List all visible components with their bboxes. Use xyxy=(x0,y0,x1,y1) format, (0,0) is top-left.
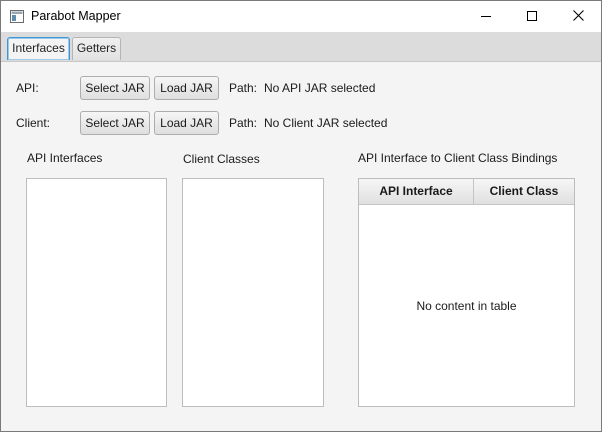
table-header: API Interface Client Class xyxy=(359,179,574,205)
client-path-label: Path: xyxy=(229,116,258,130)
api-interfaces-title: API Interfaces xyxy=(27,151,103,165)
minimize-icon xyxy=(481,10,491,24)
tab-bar: Interfaces Getters xyxy=(1,32,601,62)
maximize-icon xyxy=(527,10,537,24)
client-load-jar-button[interactable]: Load JAR xyxy=(154,111,219,135)
app-window-icon xyxy=(10,10,24,23)
api-interfaces-list[interactable] xyxy=(26,178,167,407)
tab-getters[interactable]: Getters xyxy=(72,37,121,60)
column-header-client-class[interactable]: Client Class xyxy=(474,179,574,204)
api-label: API: xyxy=(16,81,39,95)
client-path-value: No Client JAR selected xyxy=(264,116,388,130)
tab-interfaces[interactable]: Interfaces xyxy=(7,37,70,60)
api-select-jar-button[interactable]: Select JAR xyxy=(80,76,150,100)
bindings-title: API Interface to Client Class Bindings xyxy=(358,151,558,165)
client-label: Client: xyxy=(16,116,51,130)
api-path-value: No API JAR selected xyxy=(264,81,376,95)
window-title: Parabot Mapper xyxy=(31,9,121,23)
maximize-button[interactable] xyxy=(509,1,555,32)
close-button[interactable] xyxy=(555,1,601,32)
app-window: Parabot Mapper Interfaces Getters API: S… xyxy=(0,0,602,432)
api-path-label: Path: xyxy=(229,81,258,95)
api-load-jar-button[interactable]: Load JAR xyxy=(154,76,219,100)
minimize-button[interactable] xyxy=(463,1,509,32)
column-header-api-interface[interactable]: API Interface xyxy=(359,179,474,204)
close-icon xyxy=(572,9,584,24)
client-classes-list[interactable] xyxy=(182,178,324,407)
title-bar[interactable]: Parabot Mapper xyxy=(1,1,601,32)
client-select-jar-button[interactable]: Select JAR xyxy=(80,111,150,135)
table-empty-placeholder: No content in table xyxy=(416,299,517,313)
client-classes-title: Client Classes xyxy=(183,152,260,166)
bindings-table[interactable]: API Interface Client Class No content in… xyxy=(358,178,575,407)
